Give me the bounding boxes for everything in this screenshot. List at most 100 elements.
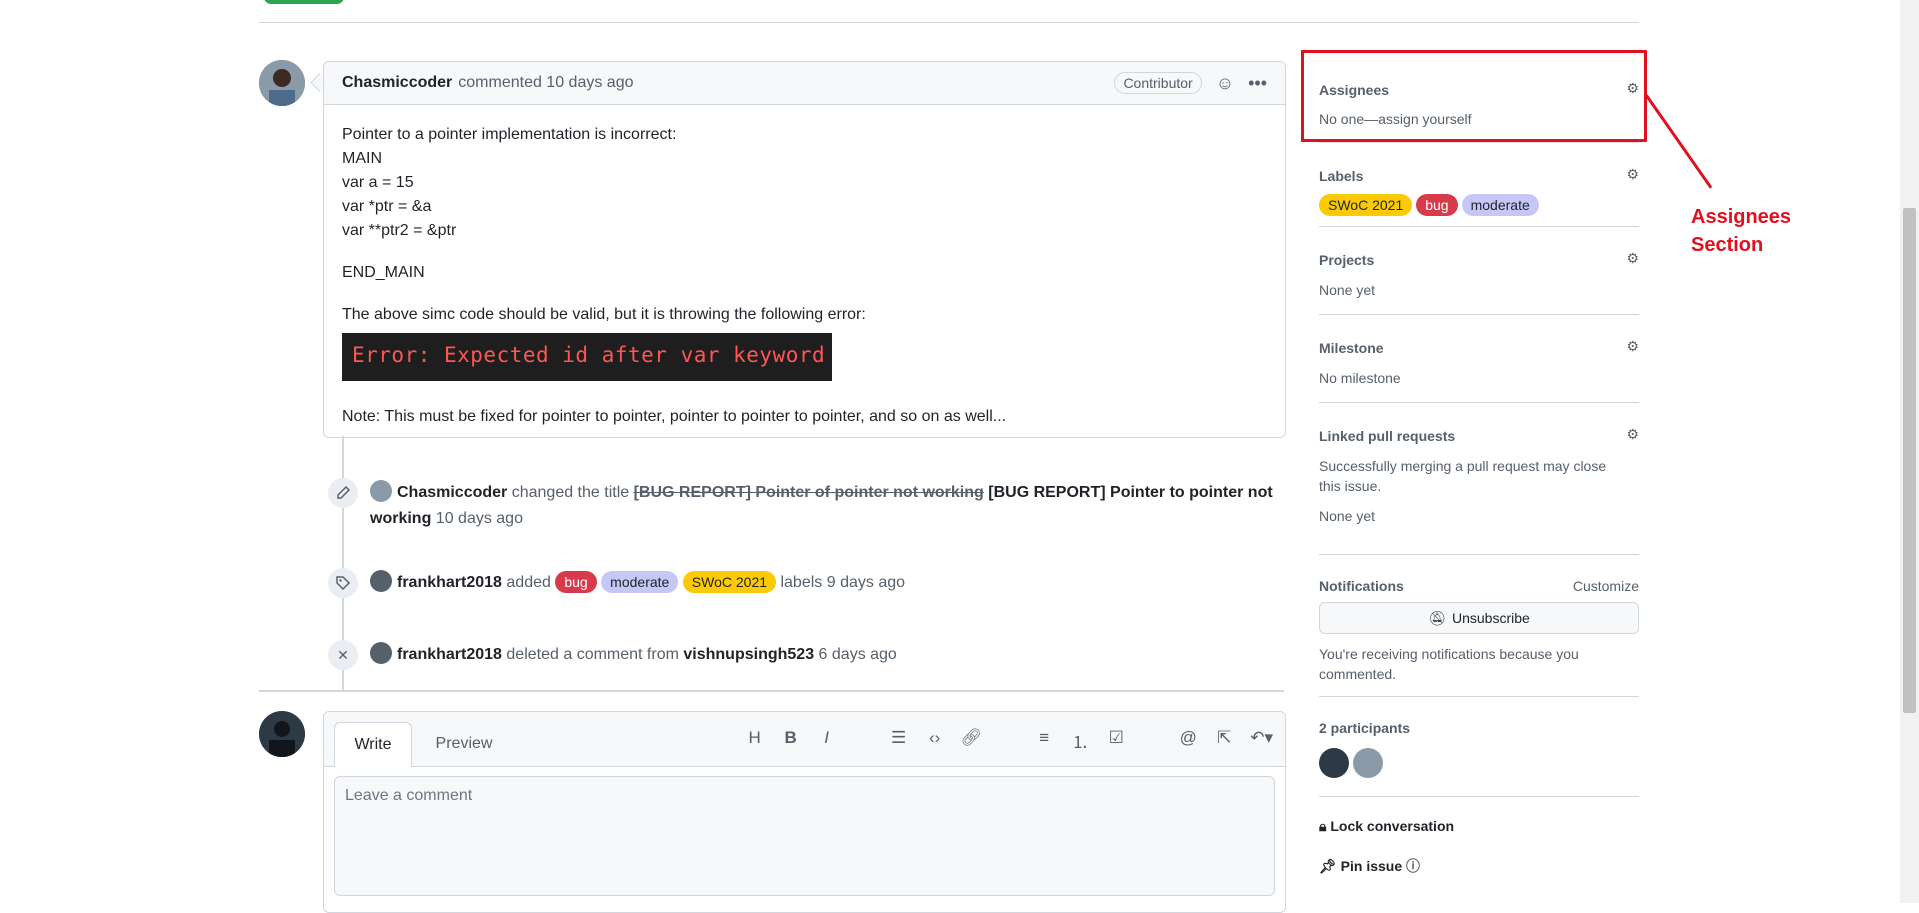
label-swoc[interactable]: SWoC 2021 <box>682 571 777 593</box>
comment-placeholder: Leave a comment <box>345 787 473 804</box>
event-action: added <box>506 574 551 591</box>
event-time[interactable]: 9 days ago <box>827 574 905 591</box>
lock-icon: 🔒︎ <box>1319 818 1327 834</box>
gear-icon[interactable]: ⚙ <box>1626 338 1639 355</box>
milestone-value: No milestone <box>1319 370 1401 386</box>
pin-label: Pin issue <box>1340 858 1403 874</box>
kebab-menu-icon[interactable]: ••• <box>1248 73 1267 94</box>
comment-timestamp[interactable]: commented 10 days ago <box>458 74 633 92</box>
labels-title[interactable]: Labels <box>1319 168 1363 184</box>
body-line: Pointer to a pointer implementation is i… <box>342 126 677 143</box>
bulleted-list-icon[interactable]: ≡ <box>1034 728 1054 753</box>
assignees-highlight-box <box>1301 50 1647 142</box>
tag-icon <box>328 568 358 598</box>
annotation-label: Assignees Section <box>1691 203 1791 259</box>
avatar[interactable] <box>370 480 392 502</box>
smiley-icon[interactable]: ☺ <box>1216 73 1234 94</box>
event-actor[interactable]: frankhart2018 <box>397 574 502 591</box>
info-icon[interactable]: ⓘ <box>1406 858 1420 874</box>
issue-page: Chasmiccoder commented 10 days ago Contr… <box>0 0 1900 913</box>
linked-prs-title[interactable]: Linked pull requests <box>1319 428 1455 444</box>
notifications-section: Notifications Customize 🔕︎ Unsubscribe Y… <box>1319 554 1639 697</box>
pin-icon: 📌︎ <box>1319 858 1337 874</box>
code-icon[interactable]: ‹› <box>925 728 945 753</box>
linked-prs-section: Linked pull requests ⚙ Successfully merg… <box>1319 402 1639 555</box>
event-time[interactable]: 6 days ago <box>819 646 897 663</box>
divider <box>259 22 1639 23</box>
label-moderate[interactable]: moderate <box>1461 194 1539 216</box>
comment-body: Pointer to a pointer implementation is i… <box>324 105 1285 447</box>
milestone-title[interactable]: Milestone <box>1319 340 1384 356</box>
status-button-edge[interactable] <box>264 0 344 4</box>
x-icon: ✕ <box>328 640 358 670</box>
event-actor[interactable]: Chasmiccoder <box>397 484 507 501</box>
body-line: The above simc code should be valid, but… <box>342 306 866 323</box>
current-user-avatar[interactable] <box>259 711 305 757</box>
participant-avatar[interactable] <box>1319 748 1349 778</box>
event-target[interactable]: vishnupsingh523 <box>683 646 814 663</box>
pencil-icon <box>328 478 358 508</box>
task-list-icon[interactable]: ☑ <box>1106 728 1126 753</box>
label-swoc[interactable]: SWoC 2021 <box>1319 194 1413 216</box>
quote-icon[interactable]: ☰ <box>889 728 909 753</box>
tab-write[interactable]: Write <box>334 722 412 767</box>
gear-icon[interactable]: ⚙ <box>1626 250 1639 267</box>
comment-author[interactable]: Chasmiccoder <box>342 74 452 92</box>
bell-slash-icon: 🔕︎ <box>1428 609 1446 626</box>
comment-header: Chasmiccoder commented 10 days ago Contr… <box>324 62 1285 105</box>
gear-icon[interactable]: ⚙ <box>1626 166 1639 183</box>
customize-link[interactable]: Customize <box>1573 578 1639 594</box>
label-bug[interactable]: bug <box>555 571 597 593</box>
participant-avatar[interactable] <box>1353 748 1383 778</box>
body-line: MAIN <box>342 150 382 167</box>
event-time[interactable]: 10 days ago <box>436 510 523 527</box>
projects-section: Projects ⚙ None yet <box>1319 226 1639 315</box>
projects-value: None yet <box>1319 282 1376 298</box>
participants-title: 2 participants <box>1319 720 1411 736</box>
tab-preview[interactable]: Preview <box>424 722 504 766</box>
linked-prs-desc: Successfully merging a pull request may … <box>1319 458 1607 494</box>
notifications-title: Notifications <box>1319 578 1404 594</box>
issue-comment: Chasmiccoder commented 10 days ago Contr… <box>323 61 1286 438</box>
participants-section: 2 participants <box>1319 696 1639 797</box>
reply-icon[interactable]: ↶▾ <box>1250 728 1273 753</box>
annotation-line2: Section <box>1691 234 1764 256</box>
gear-icon[interactable]: ⚙ <box>1626 426 1639 443</box>
event-actor[interactable]: frankhart2018 <box>397 646 502 663</box>
heading-icon[interactable]: H <box>745 728 765 753</box>
body-line: var *ptr = &a <box>342 198 432 215</box>
pin-issue-link[interactable]: 📌︎ Pin issue ⓘ <box>1319 856 1420 876</box>
label-moderate[interactable]: moderate <box>601 571 679 593</box>
scrollbar-thumb[interactable] <box>1903 208 1916 713</box>
bold-icon[interactable]: B <box>781 728 801 753</box>
notifications-reason: You're receiving notifications because y… <box>1319 646 1579 682</box>
reference-icon[interactable]: ⇱ <box>1214 728 1234 753</box>
link-icon[interactable]: 🔗︎ <box>961 728 983 753</box>
lock-conversation-link[interactable]: 🔒︎ Lock conversation <box>1319 818 1454 835</box>
label-bug[interactable]: bug <box>1416 194 1458 216</box>
page-scrollbar[interactable] <box>1900 0 1919 903</box>
body-line: var **ptr2 = &ptr <box>342 222 457 239</box>
linked-prs-value: None yet <box>1319 508 1376 524</box>
annotation-line1: Assignees <box>1691 206 1792 228</box>
comment-textarea[interactable]: Leave a comment <box>334 776 1275 896</box>
numbered-list-icon[interactable]: ⒈ <box>1070 728 1090 753</box>
unsubscribe-label: Unsubscribe <box>1451 610 1530 626</box>
mention-icon[interactable]: @ <box>1178 728 1198 753</box>
event-action: changed the title <box>511 484 630 501</box>
avatar[interactable] <box>370 642 392 664</box>
italic-icon[interactable]: I <box>817 728 837 753</box>
contributor-badge: Contributor <box>1114 72 1202 94</box>
markdown-toolbar: H B I ☰ ‹› 🔗︎ ≡ ⒈ ☑ @ ⇱ ↶▾ <box>745 728 1273 753</box>
divider <box>259 690 1284 692</box>
error-screenshot[interactable]: Error: Expected id after var keyword <box>342 333 832 381</box>
annotation-arrow-line <box>1645 94 1713 189</box>
unsubscribe-button[interactable]: 🔕︎ Unsubscribe <box>1319 602 1639 634</box>
projects-title[interactable]: Projects <box>1319 252 1374 268</box>
old-title: [BUG REPORT] Pointer of pointer not work… <box>633 484 984 501</box>
body-line: var a = 15 <box>342 174 414 191</box>
comment-composer: Write Preview H B I ☰ ‹› 🔗︎ ≡ ⒈ ☑ @ ⇱ ↶▾ <box>323 711 1286 913</box>
avatar[interactable] <box>370 570 392 592</box>
comment-author-avatar[interactable] <box>259 60 305 106</box>
body-line: END_MAIN <box>342 264 425 281</box>
